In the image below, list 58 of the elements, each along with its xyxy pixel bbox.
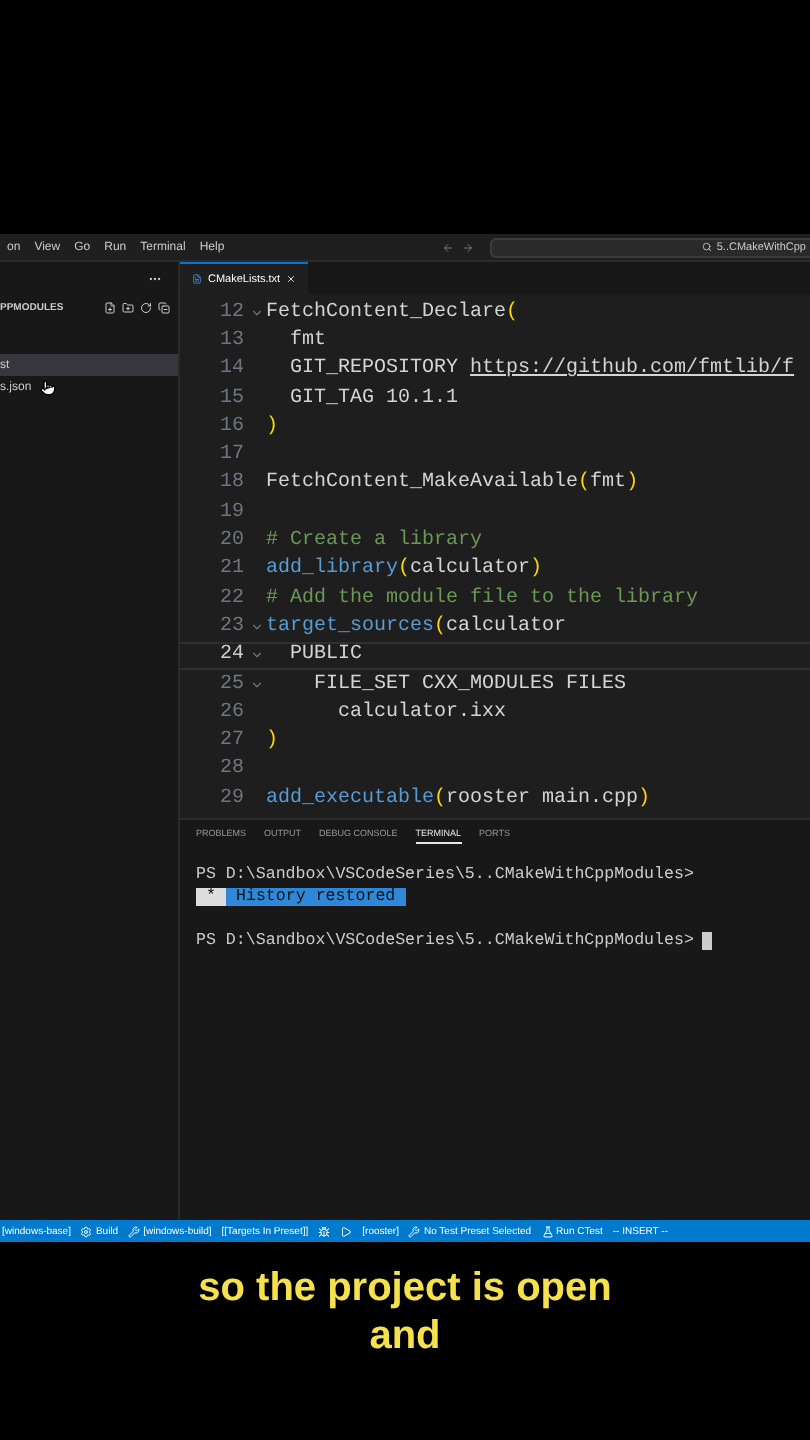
chevron-icon[interactable] xyxy=(250,648,264,663)
code-line: GIT_TAG 10.1.1 xyxy=(288,387,459,410)
chevron-icon[interactable] xyxy=(250,619,264,634)
line-number: 24 xyxy=(217,644,246,667)
hand-pointer-icon xyxy=(40,380,56,396)
new-file-icon[interactable] xyxy=(104,302,116,314)
subtitle-line: so the project is open xyxy=(198,1263,612,1311)
line-number: 17 xyxy=(217,444,246,467)
code-line: # Add the module file to the library xyxy=(266,587,699,610)
code-line: # Create a library xyxy=(266,530,483,553)
refresh-icon[interactable] xyxy=(140,302,152,314)
notice-marker: * xyxy=(196,888,226,906)
code-line: target_sources(calculator xyxy=(266,615,567,638)
line-number: 15 xyxy=(217,387,246,410)
history-notice: History restored xyxy=(225,888,406,906)
play-icon[interactable] xyxy=(340,1225,353,1237)
line-number: 22 xyxy=(217,587,246,610)
code-line: FetchContent_Declare( xyxy=(266,301,519,324)
line-number: 28 xyxy=(217,758,246,781)
line-number: 21 xyxy=(217,558,246,581)
code-line: GIT_REPOSITORY https://github.com/fmtlib/f xyxy=(288,358,795,381)
forward-arrow-icon[interactable] xyxy=(462,241,474,253)
file-icon xyxy=(192,274,202,284)
code-line: add_executable(rooster main.cpp) xyxy=(266,787,651,810)
code-line: FetchContent_MakeAvailable(fmt) xyxy=(266,472,639,495)
line-number: 23 xyxy=(217,615,246,638)
line-number: 16 xyxy=(217,415,246,438)
line-number: 27 xyxy=(217,730,246,753)
new-folder-icon[interactable] xyxy=(122,302,134,314)
line-number: 26 xyxy=(217,701,246,724)
code-line: PUBLIC xyxy=(288,644,363,667)
line-number: 13 xyxy=(217,329,246,352)
code-line: add_library(calculator) xyxy=(266,558,543,581)
line-number: 20 xyxy=(217,530,246,553)
code-line: fmt xyxy=(288,329,327,352)
gear-icon xyxy=(80,1225,93,1237)
code-line: ) xyxy=(266,415,279,438)
chevron-icon[interactable] xyxy=(250,305,264,320)
code-line: calculator.ixx xyxy=(336,701,507,724)
chevron-icon[interactable] xyxy=(250,677,264,691)
code-line: ) xyxy=(266,730,279,753)
flask-icon xyxy=(541,1225,554,1237)
line-number: 29 xyxy=(217,787,246,810)
line-number: 19 xyxy=(217,501,246,524)
wrench-icon xyxy=(128,1225,141,1237)
code-line: FILE_SET CXX_MODULES FILES xyxy=(312,673,627,695)
back-arrow-icon[interactable] xyxy=(442,241,454,253)
line-number: 18 xyxy=(217,472,246,495)
subtitle-line: and xyxy=(369,1311,441,1359)
line-number: 12 xyxy=(217,301,246,324)
line-number: 14 xyxy=(217,358,246,381)
bug-icon[interactable] xyxy=(318,1225,331,1237)
wrench-icon xyxy=(408,1225,421,1237)
collapse-icon[interactable] xyxy=(158,302,170,314)
terminal-prompt: PS D:\Sandbox\VSCodeSeries\5..CMakeWithCppModules> xyxy=(196,932,694,950)
search-icon xyxy=(702,242,713,252)
line-number: 25 xyxy=(217,673,246,695)
terminal-prompt: PS D:\Sandbox\VSCodeSeries\5..CMakeWithCppModules> xyxy=(196,866,694,884)
